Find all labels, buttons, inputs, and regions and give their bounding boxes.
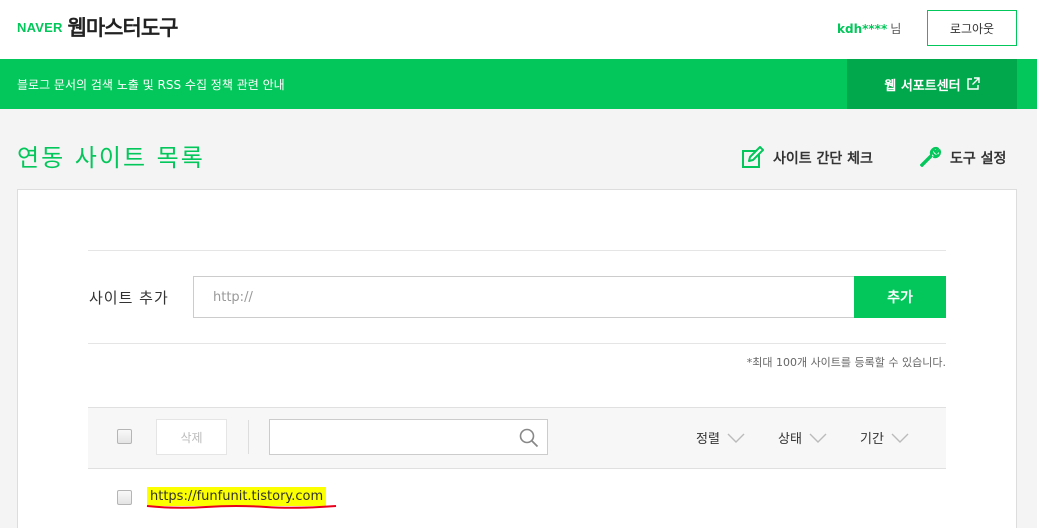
status-filter[interactable]: 상태: [778, 428, 827, 447]
site-search-input[interactable]: [270, 420, 510, 454]
sort-filter[interactable]: 정렬: [696, 428, 745, 447]
delete-button[interactable]: 삭제: [156, 419, 227, 455]
user-id: kdh****: [837, 22, 888, 36]
top-header: NAVER 웹마스터도구 kdh**** 님 로그아웃: [0, 0, 1037, 59]
site-check-label: 사이트 간단 체크: [773, 151, 873, 167]
chevron-down-icon: [891, 433, 909, 443]
sort-filter-label: 정렬: [696, 432, 720, 447]
page-title: 연동 사이트 목록: [17, 144, 205, 172]
period-filter-label: 기간: [860, 432, 884, 447]
status-filter-label: 상태: [778, 432, 802, 447]
period-filter[interactable]: 기간: [860, 428, 909, 447]
site-row-checkbox[interactable]: [117, 490, 132, 505]
divider: [88, 343, 946, 344]
divider: [88, 250, 946, 251]
select-all-checkbox[interactable]: [117, 429, 132, 444]
add-site-button[interactable]: 추가: [854, 276, 946, 318]
user-name: kdh**** 님: [837, 20, 901, 37]
site-search-box: [269, 419, 548, 455]
logo[interactable]: NAVER 웹마스터도구: [17, 13, 179, 41]
site-list-panel: 사이트 추가 추가 *최대 100개 사이트를 등록할 수 있습니다. 삭제 정…: [17, 189, 1017, 528]
app-title: 웹마스터도구: [67, 16, 179, 40]
site-limit-note: *최대 100개 사이트를 등록할 수 있습니다.: [746, 356, 946, 369]
wrench-icon: [920, 147, 941, 167]
site-url-input[interactable]: [193, 276, 855, 318]
notice-link[interactable]: 블로그 문서의 검색 노출 및 RSS 수집 정책 관련 안내: [17, 76, 285, 93]
user-suffix: 님: [890, 22, 902, 36]
support-center-button[interactable]: 웹 서포트센터: [847, 59, 1017, 109]
chevron-down-icon: [809, 433, 827, 443]
external-link-icon: [966, 77, 980, 90]
logout-button[interactable]: 로그아웃: [927, 10, 1017, 46]
edit-icon: [742, 146, 764, 168]
chevron-down-icon: [727, 433, 745, 443]
tool-settings-button[interactable]: 도구 설정: [918, 146, 1006, 170]
search-icon[interactable]: [519, 428, 539, 448]
notice-banner: 블로그 문서의 검색 노출 및 RSS 수집 정책 관련 안내 웹 서포트센터: [0, 59, 1037, 109]
tool-settings-label: 도구 설정: [950, 151, 1007, 167]
toolbar-divider: [248, 420, 249, 454]
add-site-label: 사이트 추가: [89, 289, 169, 307]
red-underline-annotation: [146, 505, 337, 509]
naver-brand: NAVER: [17, 19, 63, 35]
site-check-button[interactable]: 사이트 간단 체크: [741, 146, 873, 170]
support-center-label: 웹 서포트센터: [884, 78, 961, 94]
list-toolbar: 삭제 정렬 상태 기간: [88, 407, 946, 469]
